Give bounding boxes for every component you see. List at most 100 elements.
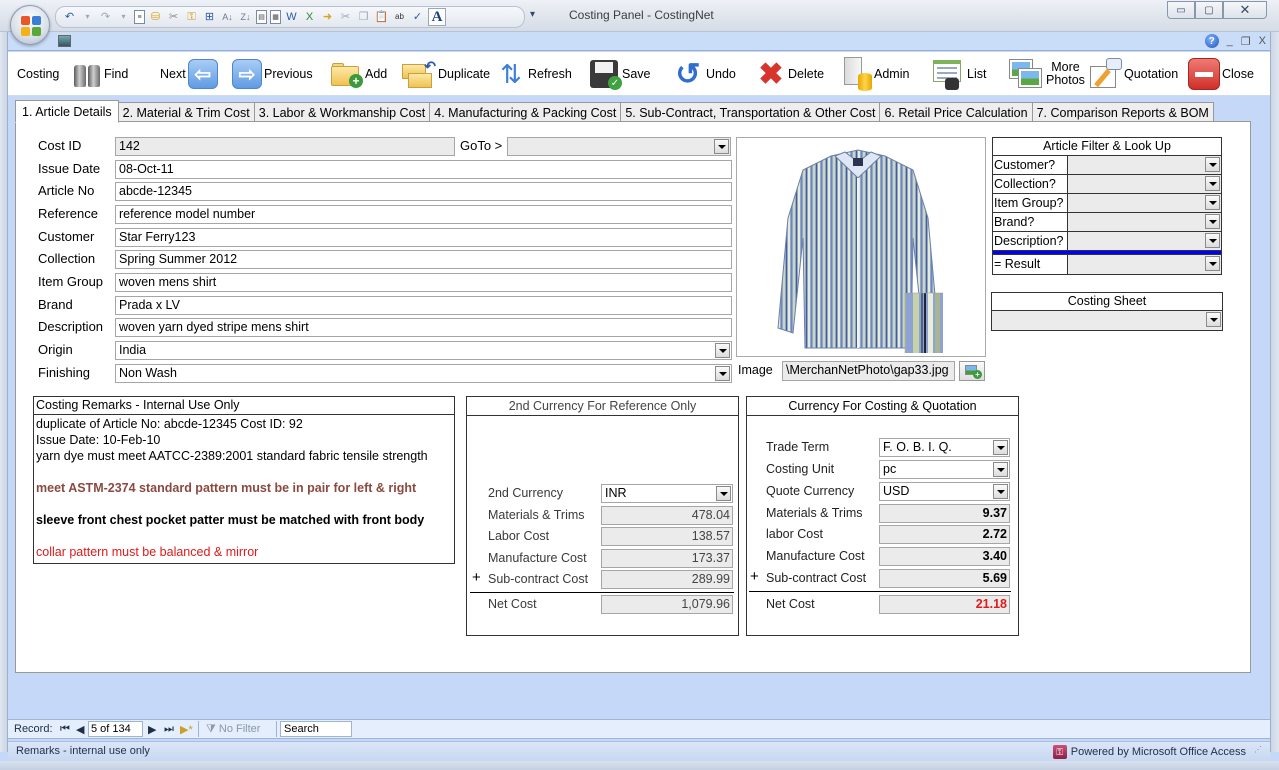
filter-customer-dropdown[interactable] (1068, 156, 1221, 174)
delete-button[interactable]: ✖ Delete (756, 52, 824, 96)
add-button[interactable]: + Add (331, 52, 387, 96)
filter-item-group-dropdown[interactable] (1068, 194, 1221, 212)
chevron-down-icon[interactable] (993, 484, 1008, 499)
database-icon[interactable]: ⛁ (148, 10, 163, 25)
help-icon[interactable]: ? (1204, 34, 1219, 48)
admin-button[interactable]: Admin (842, 52, 909, 96)
customize-qat-icon[interactable]: ▾ (530, 9, 535, 20)
undo-button[interactable]: ↺ Undo (672, 52, 735, 96)
cut-icon[interactable]: ✂ (338, 10, 353, 25)
customer-field[interactable]: Star Ferry123 (115, 228, 732, 247)
goto-dropdown[interactable] (507, 137, 731, 156)
description-field[interactable]: woven yarn dyed stripe mens shirt (115, 318, 732, 337)
cost-id-field[interactable]: 142 (115, 137, 455, 156)
costing-remarks-text[interactable]: duplicate of Article No: abcde-12345 Cos… (34, 415, 454, 561)
resize-grip-icon[interactable]: ⋰ (1254, 745, 1268, 759)
new-record-button[interactable]: ▶* (180, 723, 193, 736)
properties-icon[interactable]: ≡ (134, 10, 145, 24)
chevron-down-icon[interactable] (1205, 214, 1220, 229)
sort-ascending-icon[interactable]: A↓ (220, 10, 235, 25)
key-icon[interactable]: ⚿ (184, 10, 199, 25)
undo-icon[interactable]: ↶ (62, 10, 77, 25)
report-icon[interactable]: ▦ (270, 10, 281, 24)
undo-dropdown-icon[interactable]: ▾ (80, 10, 95, 25)
chevron-down-icon[interactable] (1206, 312, 1221, 327)
export-word-icon[interactable]: W (284, 10, 299, 25)
replace-icon[interactable]: ab (392, 10, 407, 25)
chevron-down-icon[interactable] (716, 486, 731, 501)
spelling-icon[interactable]: ✓ (410, 10, 425, 25)
chevron-down-icon[interactable] (1205, 157, 1220, 172)
trade-term-dropdown[interactable]: F. O. B. I. Q. (879, 438, 1010, 457)
filter-description-dropdown[interactable] (1068, 232, 1221, 250)
document-minimize-button[interactable]: _ (1227, 35, 1233, 47)
filter-toggle-button[interactable]: ⧩ No Filter (206, 723, 260, 736)
filter-result-dropdown[interactable] (1068, 255, 1221, 274)
tab-article-details[interactable]: 1. Article Details (15, 100, 119, 123)
finishing-dropdown[interactable]: Non Wash (115, 364, 732, 383)
collection-field[interactable]: Spring Summer 2012 (115, 250, 732, 269)
chevron-down-icon[interactable] (714, 139, 729, 154)
list-button[interactable]: List (933, 52, 986, 96)
document-restore-button[interactable]: ❐ (1241, 35, 1251, 48)
paste-icon[interactable]: 📋 (374, 10, 389, 25)
chevron-down-icon[interactable] (715, 366, 730, 381)
first-record-button[interactable]: ⏮ (60, 723, 70, 736)
chevron-down-icon[interactable] (993, 462, 1008, 477)
costing-unit-dropdown[interactable]: pc (879, 460, 1010, 479)
export-excel-icon[interactable]: X (302, 10, 317, 25)
redo-icon[interactable]: ↷ (98, 10, 113, 25)
record-position-field[interactable]: 5 of 134 (88, 721, 143, 737)
add-image-button[interactable]: + (959, 361, 985, 381)
tools-icon[interactable]: ✂ (166, 10, 181, 25)
sort-descending-icon[interactable]: Z↓ (238, 10, 253, 25)
office-button[interactable] (10, 5, 50, 45)
export-icon[interactable]: ➜ (320, 10, 335, 25)
save-button[interactable]: ✓ Save (590, 52, 651, 96)
chevron-down-icon[interactable] (993, 440, 1008, 455)
tab-manufacturing-packing-cost[interactable]: 4. Manufacturing & Packing Cost (430, 102, 622, 123)
form-icon[interactable]: ▤ (256, 10, 267, 24)
tab-material-trim-cost[interactable]: 2. Material & Trim Cost (118, 102, 255, 123)
maximize-button[interactable]: ▢ (1195, 1, 1223, 19)
previous-button[interactable]: ⇨ Previous (232, 52, 313, 96)
find-button[interactable]: Find (72, 52, 128, 96)
costing-remarks-box[interactable]: Costing Remarks - Internal Use Only dupl… (33, 396, 455, 564)
second-currency-dropdown[interactable]: INR (601, 484, 733, 503)
next-button[interactable]: Next ⇦ (160, 52, 218, 96)
reference-field[interactable]: reference model number (115, 205, 732, 224)
more-photos-button[interactable]: More Photos (1010, 52, 1085, 96)
brand-field[interactable]: Prada x LV (115, 296, 732, 315)
article-no-field[interactable]: abcde-12345 (115, 182, 732, 201)
minimize-button[interactable]: ▭ (1167, 1, 1195, 19)
chevron-down-icon[interactable] (1205, 256, 1220, 271)
filter-collection-dropdown[interactable] (1068, 175, 1221, 193)
search-input[interactable]: Search (280, 721, 352, 737)
costing-sheet-dropdown[interactable] (992, 311, 1222, 330)
chevron-down-icon[interactable] (1205, 195, 1220, 210)
tab-subcontract-transport-cost[interactable]: 5. Sub-Contract, Transportation & Other … (621, 102, 881, 123)
chevron-down-icon[interactable] (715, 343, 730, 358)
image-path-field[interactable]: \MerchanNetPhoto\gap33.jpg (782, 361, 955, 381)
quotation-button[interactable]: Quotation (1090, 52, 1178, 96)
document-close-button[interactable]: X (1259, 35, 1266, 47)
chevron-down-icon[interactable] (1205, 233, 1220, 248)
previous-record-button[interactable]: ◀ (76, 723, 84, 736)
copy-icon[interactable]: ❐ (356, 10, 371, 25)
origin-dropdown[interactable]: India (115, 341, 732, 360)
next-record-button[interactable]: ▶ (148, 723, 156, 736)
issue-date-field[interactable]: 08-Oct-11 (115, 160, 732, 179)
chevron-down-icon[interactable] (1205, 176, 1220, 191)
filter-brand-dropdown[interactable] (1068, 213, 1221, 231)
item-group-field[interactable]: woven mens shirt (115, 273, 732, 292)
close-button[interactable]: Close (1188, 52, 1254, 96)
last-record-button[interactable]: ⏭ (164, 723, 174, 736)
close-window-button[interactable]: ✕ (1223, 1, 1267, 19)
relationships-icon[interactable]: ⊞ (202, 10, 217, 25)
font-icon[interactable]: A (428, 8, 446, 26)
tab-retail-price-calculation[interactable]: 6. Retail Price Calculation (880, 102, 1033, 123)
refresh-button[interactable]: ⇅ Refresh (496, 52, 572, 96)
redo-dropdown-icon[interactable]: ▾ (116, 10, 131, 25)
tab-labor-workmanship-cost[interactable]: 3. Labor & Workmanship Cost (254, 102, 431, 123)
duplicate-button[interactable]: ↶ Duplicate (402, 52, 490, 96)
